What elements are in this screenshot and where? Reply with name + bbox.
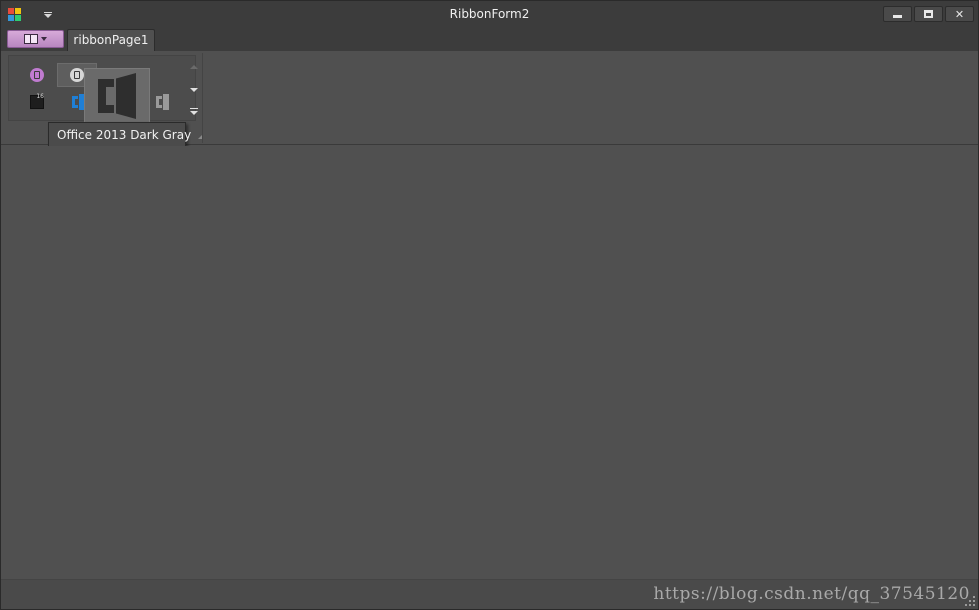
gallery-item-visual-studio-2016-dark[interactable] [25,90,49,114]
window-title: RibbonForm2 [449,7,530,21]
group-dialog-launcher-icon[interactable] [198,135,202,139]
close-button[interactable]: ✕ [945,6,974,22]
visual-studio-2016-dark-skin-icon [30,93,44,109]
skin-tooltip: Office 2013 Dark Gray [48,122,191,148]
maximize-button[interactable] [914,6,943,22]
gallery-item-office-2013-light-gray[interactable] [151,90,175,114]
gallery-item-office-2013-dark-gray-hover[interactable] [84,68,150,124]
status-bar: https://blog.csdn.net/qq_37545120 [1,579,978,609]
minimize-button[interactable] [883,6,912,22]
watermark-text: https://blog.csdn.net/qq_37545120 [653,584,970,604]
office-2016-colorful-skin-icon [30,68,44,82]
title-bar: RibbonForm2 ✕ [1,1,978,29]
gallery-item-office-2016-colorful[interactable] [25,63,49,87]
close-icon: ✕ [954,7,965,21]
gallery-scroll-down-icon[interactable] [190,88,198,92]
application-menu-icon [24,34,38,44]
application-menu-button[interactable] [7,30,64,48]
tab-ribbon-page-1[interactable]: ribbonPage1 [67,29,155,51]
gallery-expand-bar-icon [190,108,198,109]
ribbon-tabs-row: ribbonPage1 [1,29,978,51]
form-content-area [5,146,974,579]
chevron-down-icon [41,37,47,41]
office-2016-dark-skin-icon [70,68,84,82]
ribbon-form-window: RibbonForm2 ✕ ribbonPage1 16 Office 2013… [0,0,979,610]
office-2013-dark-gray-skin-icon [98,73,136,119]
minimize-icon [893,15,902,18]
gallery-expand-icon[interactable] [190,111,198,115]
office-2013-light-gray-skin-icon [156,94,170,110]
gallery-scroll-up-icon[interactable] [190,65,198,69]
resize-grip-icon[interactable] [965,596,975,606]
maximize-icon [924,10,933,18]
